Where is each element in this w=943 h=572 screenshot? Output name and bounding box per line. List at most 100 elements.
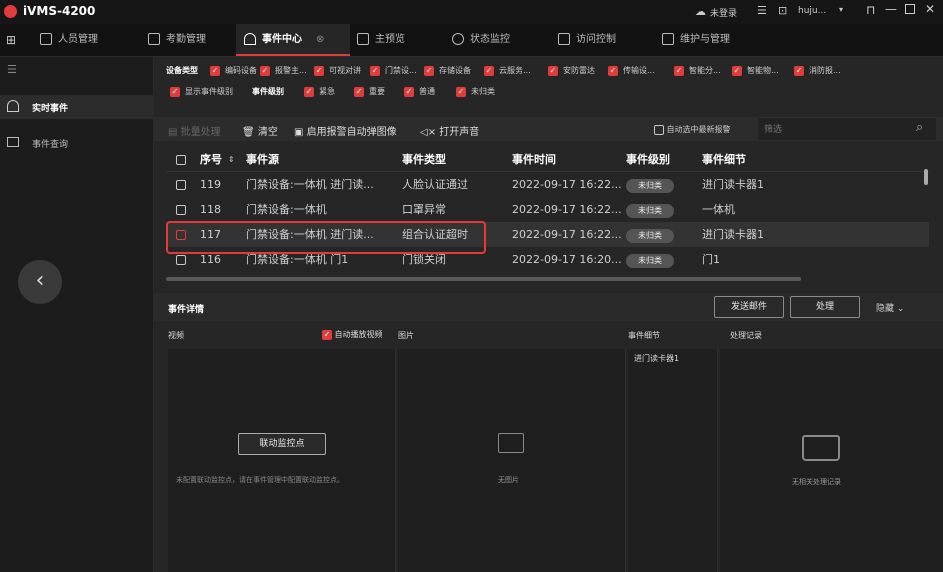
- cloud-icon[interactable]: ☁: [695, 5, 706, 18]
- filter-device-5[interactable]: ✓ 云服务...: [484, 65, 531, 76]
- autoplay-checkbox[interactable]: ✓ 自动播放视频: [322, 329, 383, 340]
- header-detail[interactable]: 事件细节: [702, 147, 746, 172]
- filter-input[interactable]: [758, 118, 936, 140]
- filter-device-2[interactable]: ✓ 可视对讲: [314, 65, 361, 76]
- filter-device-8[interactable]: ✓ 智能分...: [674, 65, 721, 76]
- monitor-icon[interactable]: ⊡: [778, 4, 787, 17]
- alarm-icon: [244, 33, 256, 45]
- header-index[interactable]: 序号: [200, 147, 222, 172]
- header-level[interactable]: 事件级别: [626, 147, 670, 172]
- login-status[interactable]: 未登录: [710, 6, 737, 19]
- app-title: iVMS-4200: [23, 4, 96, 18]
- device-type-label: 设备类型: [166, 66, 198, 75]
- filter-device-10[interactable]: ✓ 消防报...: [794, 65, 841, 76]
- header-select-checkbox[interactable]: [176, 147, 186, 172]
- sound-button[interactable]: ◁× 打开声音: [420, 123, 479, 138]
- header-time[interactable]: 事件时间: [512, 147, 556, 172]
- cell-detail: 进门读卡器1: [702, 178, 764, 191]
- check-icon: ✓: [548, 65, 558, 76]
- sidebar-item-event-query[interactable]: 事件查询: [0, 131, 153, 155]
- filter-level-2[interactable]: ✓ 紧急: [304, 86, 335, 97]
- minimize-icon[interactable]: —: [885, 2, 897, 16]
- clear-button[interactable]: 🗑 清空: [242, 123, 278, 138]
- horizontal-scrollbar[interactable]: [166, 277, 801, 281]
- tab-attendance[interactable]: 考勤管理: [148, 24, 206, 56]
- batch-process-button[interactable]: ▤ 批量处理: [168, 123, 221, 138]
- tab-status-monitor[interactable]: 状态监控: [452, 24, 510, 56]
- tab-maintenance[interactable]: 维护与管理: [662, 24, 730, 56]
- filter-device-0[interactable]: ✓ 编码设备: [210, 65, 257, 76]
- header-type[interactable]: 事件类型: [402, 147, 446, 172]
- check-icon: ✓: [608, 65, 618, 76]
- filter-level-0[interactable]: ✓ 显示事件级别: [170, 86, 233, 97]
- row-checkbox[interactable]: [176, 222, 186, 247]
- maximize-icon[interactable]: [905, 4, 915, 14]
- filter-device-9[interactable]: ✓ 智能物...: [732, 65, 779, 76]
- cell-detail: 门1: [702, 253, 720, 266]
- sidebar-item-label: 事件查询: [32, 140, 69, 150]
- filter-level-5[interactable]: ✓ 未归类: [456, 86, 495, 97]
- detail-header: 事件详情 发送邮件 处理 隐藏 ⌄: [154, 293, 943, 321]
- search-icon[interactable]: ⌕: [916, 120, 923, 135]
- event-detail-value: 进门读卡器1: [634, 354, 680, 363]
- check-icon: ✓: [424, 65, 434, 76]
- chevron-down-icon[interactable]: ▾: [839, 5, 843, 14]
- table-row[interactable]: 117 门禁设备:一体机 进门读... 组合认证超时 2022-09-17 16:22…: [166, 222, 929, 247]
- filter-device-7[interactable]: ✓ 传输设...: [608, 65, 655, 76]
- sidebar: ☰ 实时事件 事件查询 ‹: [0, 57, 154, 572]
- row-checkbox[interactable]: [176, 172, 186, 197]
- event-table: 序号 ⇕ 事件源 事件类型 事件时间 事件级别 事件细节 119 门禁设备:一体机…: [154, 147, 943, 287]
- vertical-scrollbar[interactable]: [924, 169, 928, 185]
- filter-device-3[interactable]: ✓ 门禁设...: [370, 65, 417, 76]
- check-icon: ✓: [314, 65, 324, 76]
- user-name[interactable]: huju...: [798, 6, 826, 16]
- calendar-icon: [148, 33, 160, 45]
- row-checkbox[interactable]: [176, 247, 186, 272]
- detail-title: 事件详情: [168, 305, 205, 315]
- maintenance-icon: [662, 33, 674, 45]
- table-header: 序号 ⇕ 事件源 事件类型 事件时间 事件级别 事件细节: [166, 147, 929, 172]
- main-content: 设备类型 ✓ 编码设备 ✓ 报警主... ✓ 可视对讲 ✓ 门禁设... ✓ 存储设备 ✓ 云服务..…: [154, 57, 943, 572]
- sort-icon[interactable]: ⇕: [228, 147, 235, 172]
- cell-time: 2022-09-17 16:20...: [512, 253, 622, 266]
- hide-button[interactable]: 隐藏 ⌄: [876, 301, 904, 314]
- alarm-icon: [7, 100, 19, 112]
- tab-access-control[interactable]: 访问控制: [558, 24, 616, 56]
- cell-source: 门禁设备:一体机 门1: [246, 253, 349, 266]
- row-checkbox[interactable]: [176, 197, 186, 222]
- tab-main-view[interactable]: 主预览: [357, 24, 405, 56]
- filter-device-6[interactable]: ✓ 安防雷达: [548, 65, 595, 76]
- table-row[interactable]: 119 门禁设备:一体机 进门读... 人脸认证通过 2022-09-17 16:22…: [166, 172, 929, 197]
- filter-level-4[interactable]: ✓ 普通: [404, 86, 435, 97]
- collapse-menu-icon[interactable]: ☰: [7, 63, 17, 76]
- header-source[interactable]: 事件源: [246, 147, 279, 172]
- close-icon[interactable]: ✕: [925, 2, 935, 16]
- send-email-button[interactable]: 发送邮件: [714, 296, 784, 318]
- cell-source: 门禁设备:一体机: [246, 203, 327, 216]
- search-list-icon: [7, 137, 19, 147]
- grid-menu-icon[interactable]: ⊞: [6, 33, 16, 47]
- handle-button[interactable]: 处理: [790, 296, 860, 318]
- tab-event-center[interactable]: 事件中心 ⊗: [236, 24, 350, 56]
- table-row[interactable]: 118 门禁设备:一体机 口罩异常 2022-09-17 16:22... 未归类 一体机: [166, 197, 929, 222]
- filter-level-3[interactable]: ✓ 重要: [354, 86, 385, 97]
- cell-type: 组合认证超时: [402, 228, 468, 241]
- link-monitor-button[interactable]: 联动监控点: [238, 433, 326, 455]
- table-row[interactable]: 116 门禁设备:一体机 门1 门锁关闭 2022-09-17 16:20... 未归类…: [166, 247, 929, 272]
- picture-panel: 无图片: [398, 349, 626, 572]
- lock-icon[interactable]: ⊓: [866, 3, 875, 17]
- tab-personnel[interactable]: 人员管理: [40, 24, 98, 56]
- menu-list-icon[interactable]: ☰: [757, 4, 767, 17]
- cell-type: 人脸认证通过: [402, 178, 468, 191]
- popup-image-button[interactable]: ▣ 启用报警自动弹图像: [294, 123, 397, 138]
- sidebar-item-realtime-events[interactable]: 实时事件: [0, 95, 153, 119]
- collapse-panel-button[interactable]: ‹: [18, 260, 62, 304]
- filter-device-4[interactable]: ✓ 存储设备: [424, 65, 471, 76]
- filter-device-1[interactable]: ✓ 报警主...: [260, 65, 307, 76]
- check-icon: ✓: [404, 86, 414, 97]
- auto-select-checkbox[interactable]: 自动选中最新报警: [654, 124, 731, 135]
- tab-close-icon[interactable]: ⊗: [316, 34, 324, 45]
- speaker-mute-icon: ◁×: [420, 127, 440, 138]
- no-picture-text: 无图片: [498, 476, 519, 484]
- empty-box-icon: [802, 435, 840, 461]
